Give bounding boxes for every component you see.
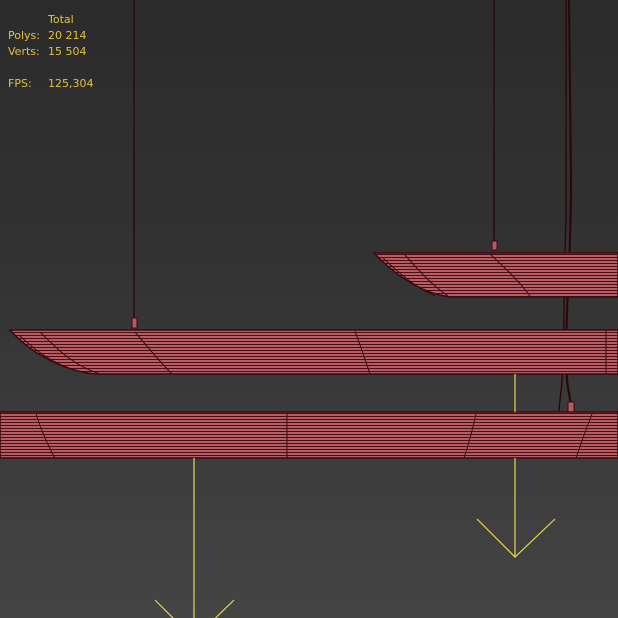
3d-viewport[interactable]: Total Polys: 20 214 Verts: 15 504 FPS: 1… [0,0,618,618]
clamp-right [491,240,498,251]
clamp-cord [567,401,575,413]
downward-arrow-icon [476,518,556,558]
polys-value: 20 214 [48,29,87,42]
scene-render [0,0,618,618]
verts-label: Verts: [8,45,40,58]
clamp-left [131,317,138,329]
light-helpers[interactable] [154,374,556,618]
light-helper-right [476,374,556,558]
polys-label: Polys: [8,29,40,42]
fps-label: FPS: [8,77,32,90]
verts-value: 15 504 [48,45,87,58]
light-helper-left [154,458,235,618]
stats-header: Total [48,13,74,26]
fixture-top-right[interactable] [372,252,618,298]
viewport-statistics: Total Polys: 20 214 Verts: 15 504 FPS: 1… [8,12,94,92]
fixture-middle[interactable] [8,329,618,375]
fixture-bottom[interactable] [0,411,618,459]
fps-value: 125,304 [48,77,94,90]
